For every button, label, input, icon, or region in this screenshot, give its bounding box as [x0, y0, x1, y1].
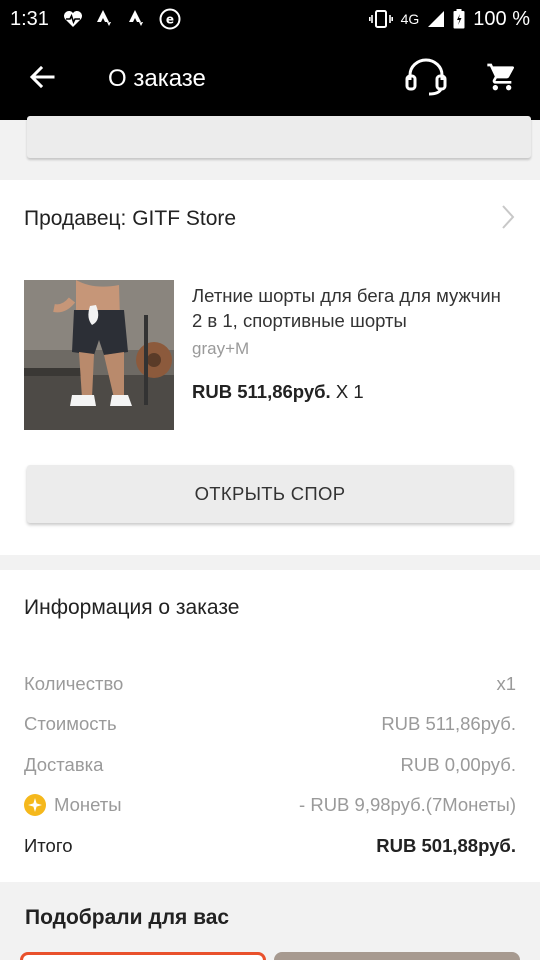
- e-circle-icon: e: [159, 8, 181, 30]
- row-label: Доставка: [24, 754, 104, 775]
- recommendation-tile[interactable]: [274, 952, 520, 960]
- recommendation-tile[interactable]: [20, 952, 266, 960]
- row-label: Монеты: [54, 794, 122, 815]
- product-image: [24, 280, 174, 430]
- chevron-right-icon: [500, 204, 516, 235]
- product-item[interactable]: Летние шорты для бега для мужчин 2 в 1, …: [24, 280, 516, 430]
- previous-action-button[interactable]: [27, 116, 531, 158]
- row-value: RUB 0,00руб.: [400, 754, 516, 775]
- previous-section: [0, 116, 540, 170]
- product-quantity: X 1: [335, 381, 364, 402]
- order-row-total: Итого RUB 501,88руб.: [24, 826, 516, 866]
- app-bar: О заказе: [0, 38, 540, 120]
- seller-card: Продавец: GITF Store Летние шорты для бе…: [0, 180, 540, 555]
- total-value: RUB 501,88руб.: [376, 835, 516, 856]
- vibrate-icon: [368, 9, 393, 29]
- row-value: RUB 511,86руб.: [381, 713, 516, 734]
- row-value: x1: [496, 673, 516, 694]
- cart-icon: [486, 61, 518, 98]
- back-button[interactable]: [0, 38, 84, 120]
- product-price: RUB 511,86руб.: [192, 381, 331, 402]
- battery-level: 100 %: [473, 7, 530, 30]
- back-arrow-icon: [28, 63, 56, 96]
- headset-icon: [405, 58, 447, 101]
- heart-pulse-icon: [63, 10, 83, 28]
- seller-name: Продавец: GITF Store: [24, 207, 237, 230]
- network-type: 4G: [400, 11, 420, 27]
- cart-button[interactable]: [464, 38, 540, 120]
- svg-text:e: e: [166, 13, 174, 27]
- open-dispute-button[interactable]: ОТКРЫТЬ СПОР: [27, 465, 513, 523]
- recommendations-section: Подобрали для вас: [0, 882, 540, 960]
- product-variant: gray+M: [192, 339, 250, 358]
- order-row-coins: Монеты - RUB 9,98руб.(7Монеты): [24, 785, 516, 825]
- support-button[interactable]: [388, 38, 464, 120]
- recommendations-heading: Подобрали для вас: [25, 906, 230, 929]
- order-row-shipping: Доставка RUB 0,00руб.: [24, 745, 516, 785]
- order-row-quantity: Количество x1: [24, 664, 516, 704]
- row-label: Стоимость: [24, 713, 117, 734]
- order-info-card: Информация о заказе Количество x1 Стоимо…: [0, 570, 540, 882]
- order-info-heading: Информация о заказе: [24, 596, 240, 619]
- signal-icon: [427, 10, 445, 28]
- row-value: - RUB 9,98руб.(7Монеты): [299, 794, 516, 815]
- page-title: О заказе: [108, 65, 206, 92]
- status-bar: 1:31 e 4G 100 %: [0, 0, 540, 38]
- battery-icon: [453, 9, 465, 29]
- strava-icon: [95, 9, 115, 29]
- status-time: 1:31: [10, 7, 49, 30]
- product-title: Летние шорты для бега для мужчин 2 в 1, …: [192, 285, 501, 331]
- order-row-cost: Стоимость RUB 511,86руб.: [24, 704, 516, 744]
- seller-row[interactable]: Продавец: GITF Store: [24, 180, 516, 258]
- product-price-row: RUB 511,86руб. X 1: [192, 381, 516, 403]
- total-label: Итого: [24, 835, 73, 856]
- coin-icon: [24, 794, 46, 816]
- strava-icon: [127, 9, 147, 29]
- row-label: Количество: [24, 673, 124, 694]
